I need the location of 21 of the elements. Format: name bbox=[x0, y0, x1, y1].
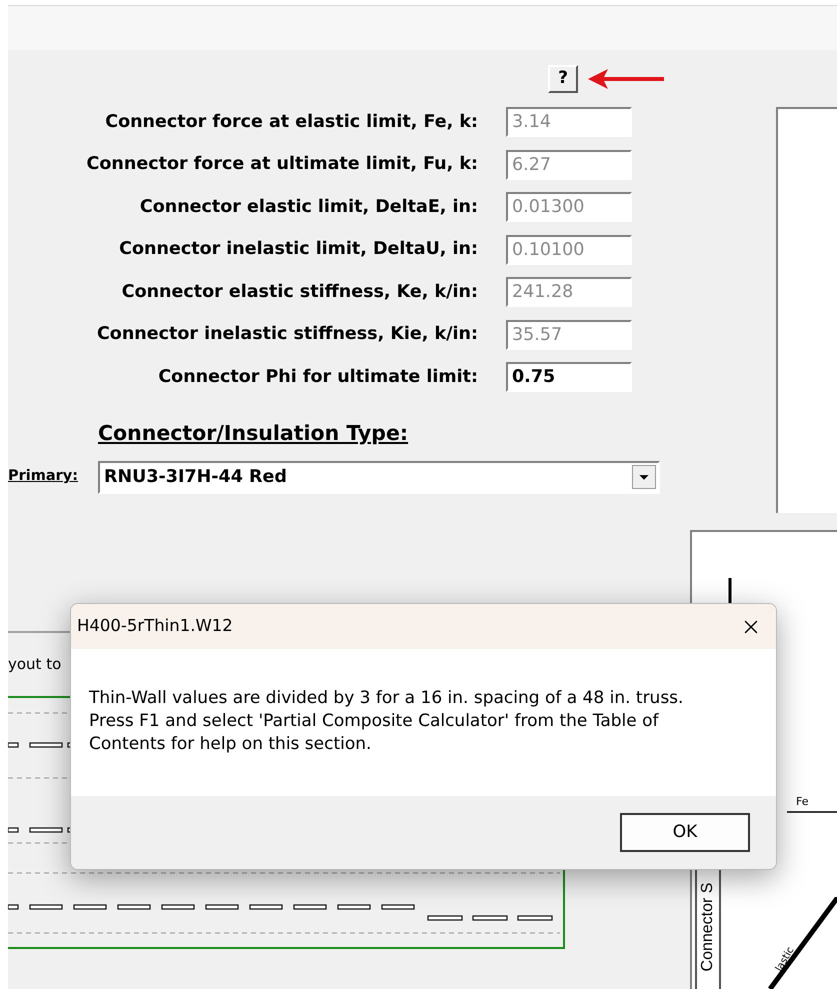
dropdown-caret-icon[interactable] bbox=[632, 465, 656, 490]
field-label: Connector elastic stiffness, Ke, k/in: bbox=[120, 280, 479, 304]
primary-label: Primary: bbox=[8, 467, 80, 486]
field-label: Connector inelastic stiffness, Kie, k/in: bbox=[96, 323, 479, 346]
ok-button[interactable]: OK bbox=[620, 813, 750, 852]
arrow-icon bbox=[586, 66, 666, 90]
panel-caption: yout to bbox=[8, 654, 62, 675]
primary-select[interactable]: RNU3-3I7H-44 Red bbox=[98, 460, 660, 494]
section-heading: Connector/Insulation Type: bbox=[98, 421, 408, 445]
dialog-message: Thin-Wall values are divided by 3 for a 16 in. spacing of a 48 in. truss. Press F1 and select 'Partial Composite Calculator' from the Table of Contents for help on this section. bbox=[89, 687, 684, 756]
dialog-title: H400-5rThin1.W12 bbox=[77, 615, 234, 638]
help-button[interactable]: ? bbox=[548, 64, 578, 92]
fe-label: Fe bbox=[796, 794, 808, 810]
field-label: Connector inelastic limit, DeltaU, in: bbox=[118, 238, 479, 262]
field-label: Connector Phi for ultimate limit: bbox=[157, 366, 479, 389]
value-field[interactable]: 0.75 bbox=[506, 362, 632, 392]
select-value: RNU3-3I7H-44 Red bbox=[104, 466, 288, 490]
field-label: Connector force at elastic limit, Fe, k: bbox=[104, 110, 479, 134]
field-label: Connector elastic limit, DeltaE, in: bbox=[138, 196, 479, 219]
field-label: Connector force at ultimate limit, Fu, k: bbox=[86, 153, 479, 176]
fe-line bbox=[787, 811, 837, 813]
